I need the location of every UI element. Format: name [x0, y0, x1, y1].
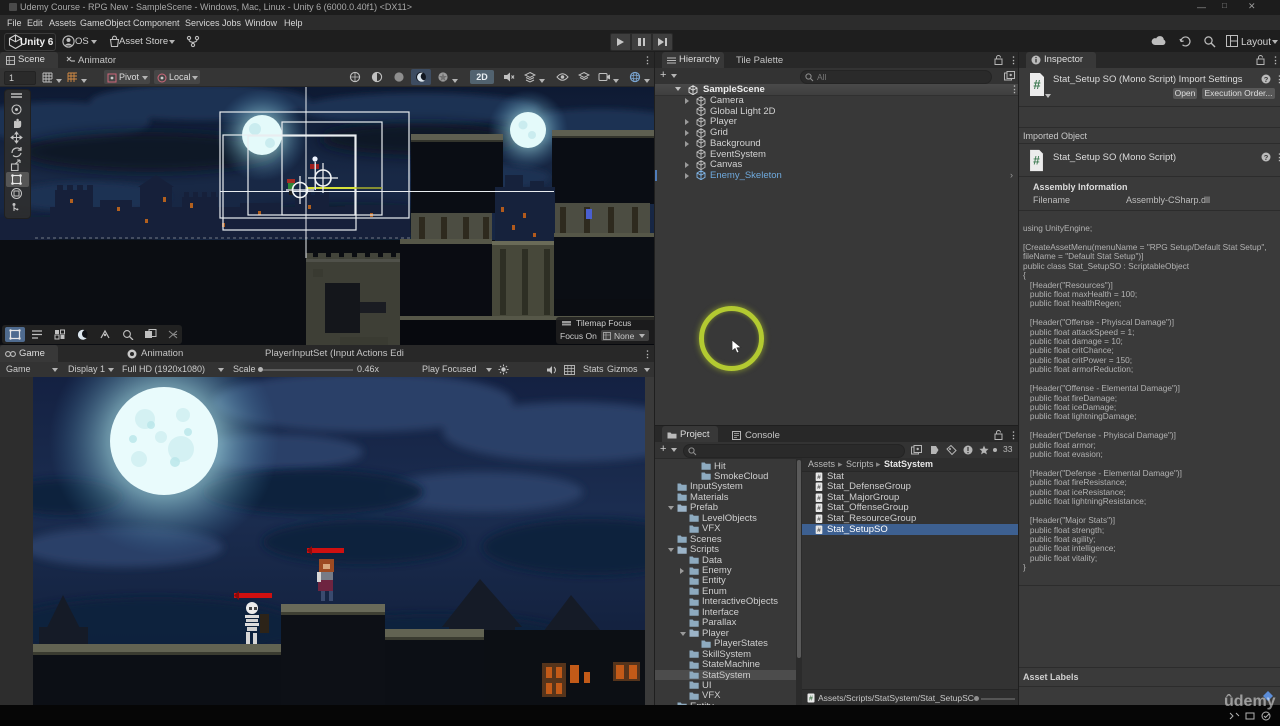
svg-text:#: #	[817, 505, 821, 512]
svg-text:#: #	[817, 484, 821, 491]
svg-text:#: #	[1033, 77, 1041, 92]
svg-text:#: #	[817, 516, 821, 523]
svg-text:#: #	[1033, 154, 1040, 168]
svg-text:#: #	[817, 474, 821, 481]
svg-text:#: #	[817, 527, 821, 534]
svg-text:?: ?	[1264, 75, 1269, 84]
svg-text:#: #	[817, 495, 821, 502]
svg-text:?: ?	[1264, 153, 1269, 162]
svg-text:#: #	[809, 696, 813, 703]
